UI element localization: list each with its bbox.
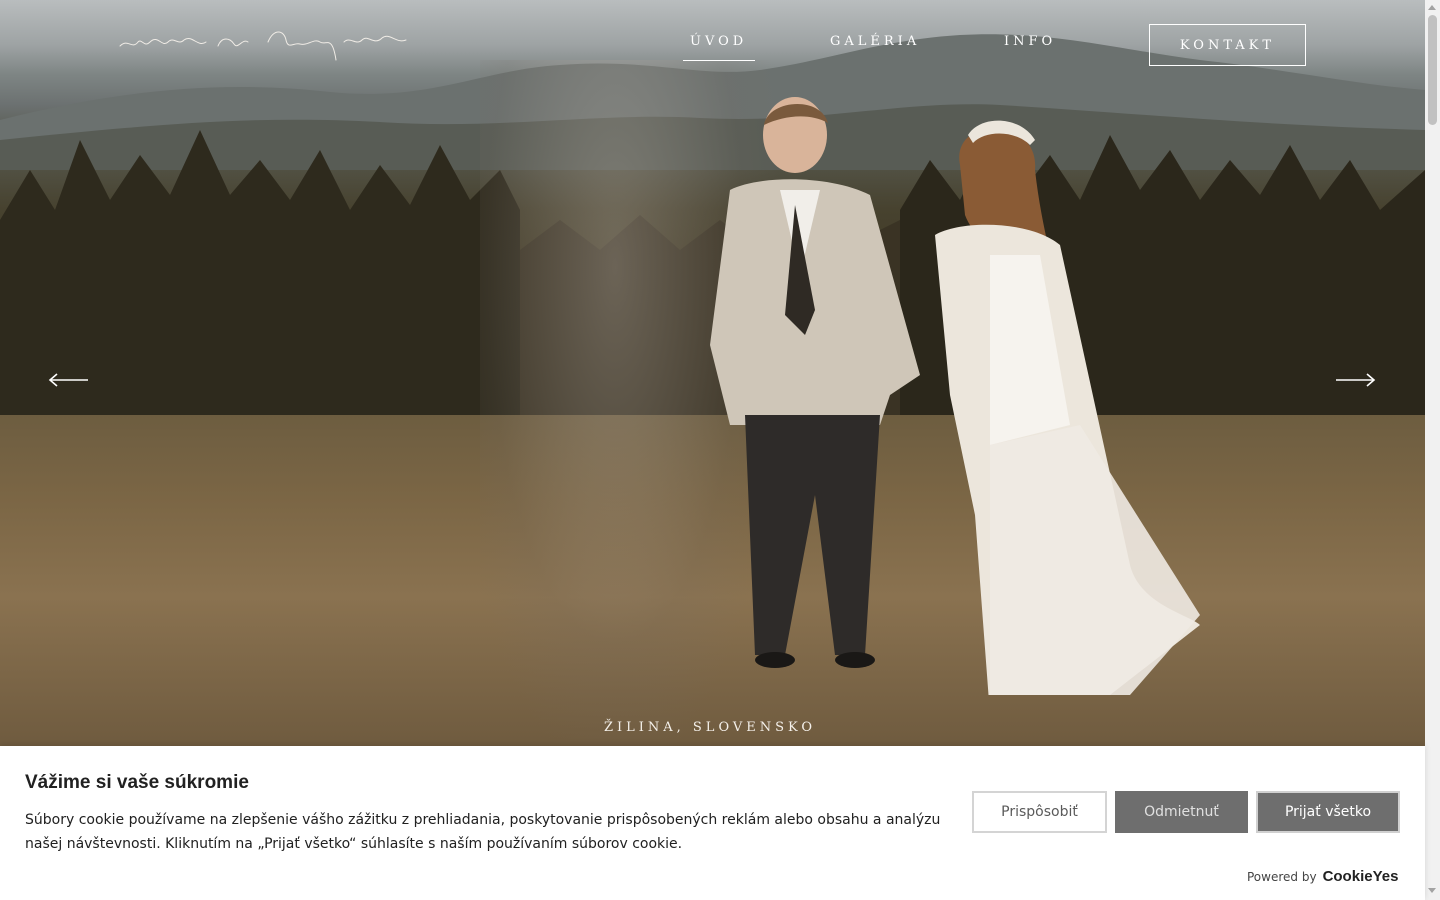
- scroll-thumb[interactable]: [1428, 15, 1437, 125]
- nav-link-info[interactable]: INFO: [1004, 34, 1056, 49]
- hero-location: ŽILINA, SLOVENSKO: [603, 720, 817, 735]
- powered-by-label: Powered by: [1247, 869, 1317, 884]
- cookie-consent-banner: Vážime si vaše súkromie Súbory cookie po…: [0, 746, 1425, 900]
- nav-link-uvod[interactable]: ÚVOD: [690, 34, 747, 49]
- reject-button[interactable]: Odmietnuť: [1115, 791, 1248, 833]
- nav-link-galeria[interactable]: GALÉRIA: [830, 34, 920, 49]
- arrow-left-icon[interactable]: [48, 371, 88, 389]
- cookie-description: Súbory cookie používame na zlepšenie váš…: [25, 812, 941, 852]
- hero-slider: [0, 0, 1425, 746]
- scroll-up-icon[interactable]: [1428, 5, 1436, 10]
- active-nav-underline: [683, 60, 755, 61]
- powered-by: Powered by CookieYes: [1247, 868, 1398, 885]
- arrow-right-icon[interactable]: [1336, 371, 1376, 389]
- cookie-title: Vážime si vaše súkromie: [25, 772, 249, 793]
- site-logo[interactable]: [118, 24, 408, 64]
- couple-photo: [710, 97, 1200, 695]
- page-scrollbar[interactable]: [1425, 0, 1440, 900]
- scroll-down-icon[interactable]: [1428, 888, 1436, 893]
- accept-all-button[interactable]: Prijať všetko: [1256, 791, 1400, 833]
- kontakt-button[interactable]: KONTAKT: [1149, 24, 1306, 66]
- customize-button[interactable]: Prispôsobiť: [972, 791, 1107, 833]
- cookieyes-logo[interactable]: CookieYes: [1323, 868, 1399, 885]
